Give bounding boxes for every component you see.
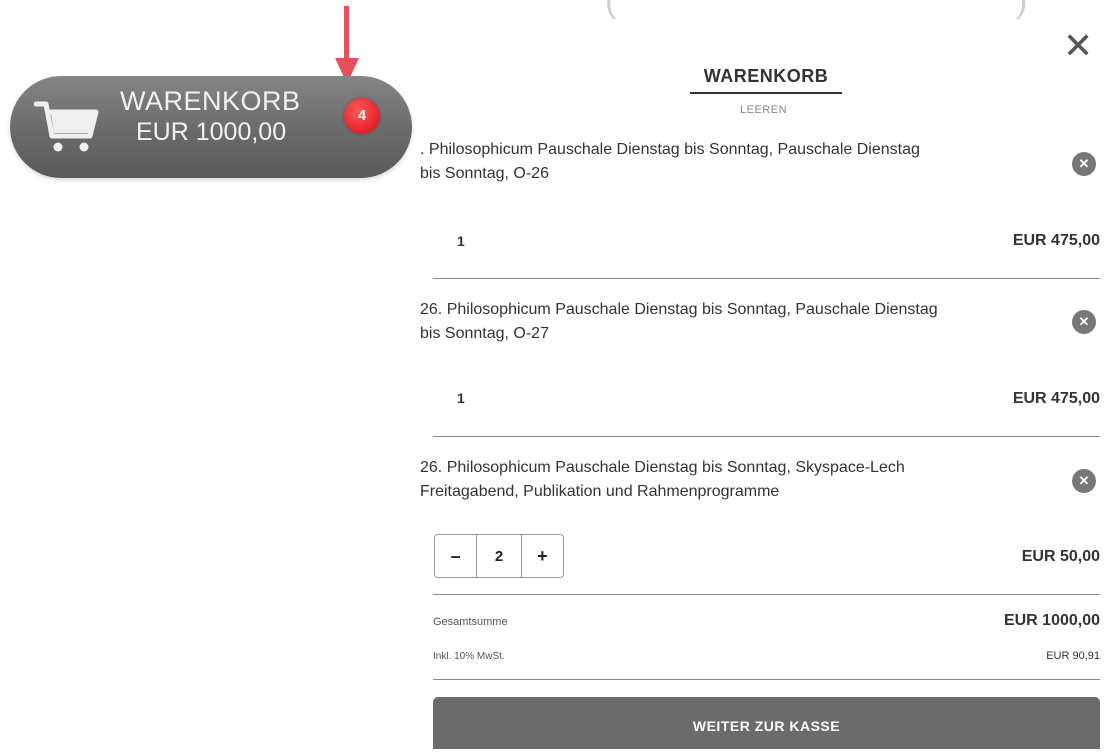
quantity-stepper: – 2 + <box>434 534 564 578</box>
cart-item-name: . Philosophicum Pauschale Dienstag bis S… <box>420 138 1060 186</box>
item-quantity: 1 <box>457 233 465 249</box>
item-price: EUR 475,00 <box>1012 390 1100 407</box>
title-underline <box>690 92 842 94</box>
decorative-paren-right: ) <box>1016 0 1028 20</box>
cart-item-name-line1: . Philosophicum Pauschale Dienstag bis S… <box>420 141 920 158</box>
cart-item-name: 26. Philosophicum Pauschale Dienstag bis… <box>420 298 1060 346</box>
divider <box>433 679 1100 680</box>
cart-summary-button[interactable]: WARENKORB EUR 1000,00 4 <box>10 76 412 178</box>
divider <box>433 436 1100 437</box>
tax-label: Inkl. 10% MwSt. <box>433 651 505 662</box>
decorative-paren-left: ( <box>605 0 617 20</box>
divider <box>433 594 1100 595</box>
cart-summary-title: WARENKORB <box>120 86 301 116</box>
clear-cart-link[interactable]: LEEREN <box>740 104 787 116</box>
tax-value: EUR 90,91 <box>1046 650 1100 662</box>
cart-summary-total: EUR 1000,00 <box>136 118 287 146</box>
remove-item-icon[interactable]: ✕ <box>1072 469 1096 493</box>
cart-item-name: 26. Philosophicum Pauschale Dienstag bis… <box>420 456 1060 504</box>
panel-title: WARENKORB <box>703 66 829 86</box>
cart-count-badge: 4 <box>344 98 380 134</box>
checkout-button[interactable]: WEITER ZUR KASSE <box>433 697 1100 749</box>
item-quantity: 1 <box>457 390 465 406</box>
decrease-quantity-button[interactable]: – <box>435 535 478 577</box>
cart-item-name-line2: Freitagabend, Publikation und Rahmenprog… <box>420 483 780 500</box>
quantity-input[interactable]: 2 <box>477 535 522 577</box>
cart-item-name-line2: bis Sonntag, O-26 <box>420 165 549 182</box>
shopping-cart-icon <box>34 101 99 152</box>
arrow-shaft <box>344 6 349 62</box>
cart-item-name-line1: 26. Philosophicum Pauschale Dienstag bis… <box>420 301 938 318</box>
total-value: EUR 1000,00 <box>1003 612 1100 629</box>
item-price: EUR 475,00 <box>1012 232 1100 249</box>
total-label: Gesamtsumme <box>433 616 508 628</box>
item-price: EUR 50,00 <box>1021 548 1100 565</box>
divider <box>433 278 1100 279</box>
remove-item-icon[interactable]: ✕ <box>1072 152 1096 176</box>
increase-quantity-button[interactable]: + <box>522 535 563 577</box>
close-icon[interactable]: ✕ <box>1063 28 1093 64</box>
cart-item-name-line1: 26. Philosophicum Pauschale Dienstag bis… <box>420 459 905 476</box>
remove-item-icon[interactable]: ✕ <box>1072 310 1096 334</box>
cart-item-name-line2: bis Sonntag, O-27 <box>420 325 549 342</box>
